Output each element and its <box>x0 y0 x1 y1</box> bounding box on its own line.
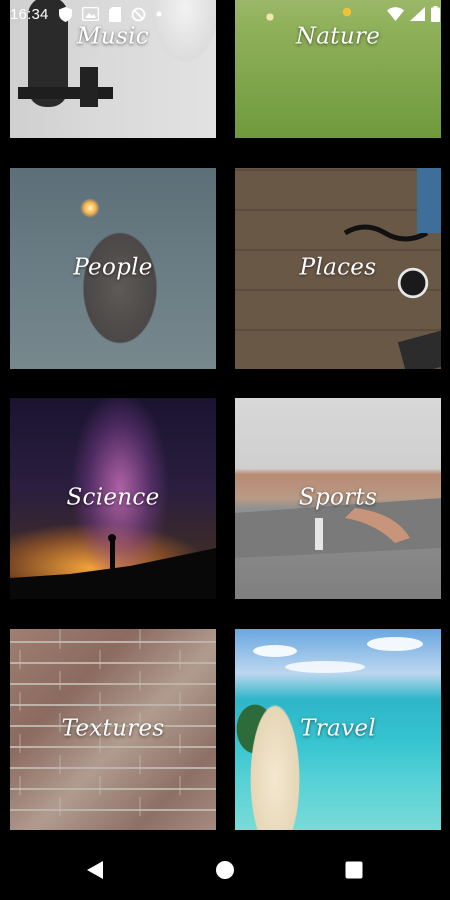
nav-recents-button[interactable] <box>314 844 394 900</box>
category-grid: Music Nature People Places Science Sport… <box>0 0 450 844</box>
category-label: Textures <box>61 715 165 742</box>
category-tile-places[interactable]: Places <box>235 168 441 369</box>
system-nav-bar <box>0 844 450 900</box>
wifi-icon <box>387 7 404 21</box>
status-bar: 16:34 <box>0 0 450 28</box>
category-tile-people[interactable]: People <box>10 168 216 369</box>
signal-icon <box>410 7 425 21</box>
category-label: People <box>73 254 153 281</box>
category-label: Places <box>299 254 377 281</box>
shield-icon <box>58 6 72 22</box>
category-label: Science <box>66 484 160 511</box>
category-tile-travel[interactable]: Travel <box>235 629 441 830</box>
dot-icon <box>156 11 162 17</box>
recents-icon <box>345 861 363 883</box>
category-label: Sports <box>298 484 378 511</box>
category-tile-sports[interactable]: Sports <box>235 398 441 599</box>
home-icon <box>215 860 235 884</box>
nav-home-button[interactable] <box>185 844 265 900</box>
nav-back-button[interactable] <box>55 844 135 900</box>
category-tile-textures[interactable]: Textures <box>10 629 216 830</box>
battery-icon <box>431 6 440 22</box>
back-icon <box>86 860 104 884</box>
status-time: 16:34 <box>10 5 49 23</box>
category-label: Travel <box>300 715 376 742</box>
image-icon <box>81 7 99 21</box>
category-tile-science[interactable]: Science <box>10 398 216 599</box>
sd-card-icon <box>108 6 121 22</box>
no-sync-icon <box>131 7 146 22</box>
